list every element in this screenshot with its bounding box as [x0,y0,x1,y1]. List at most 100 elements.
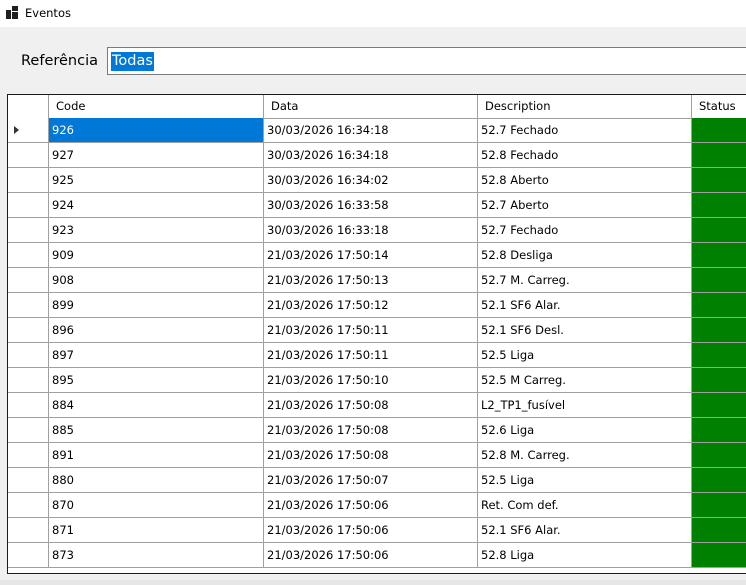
cell-code[interactable]: 885 [48,418,263,443]
cell-status[interactable] [691,118,746,143]
cell-status[interactable] [691,218,746,243]
table-row[interactable]: 884 21/03/2026 17:50:08 L2_TP1_fusível [8,393,746,418]
cell-data[interactable]: 21/03/2026 17:50:12 [263,293,477,318]
cell-code[interactable]: 884 [48,393,263,418]
cell-data[interactable]: 21/03/2026 17:50:08 [263,418,477,443]
cell-code[interactable]: 873 [48,543,263,568]
cell-description[interactable]: 52.1 SF6 Alar. [477,293,691,318]
cell-data[interactable]: 21/03/2026 17:50:11 [263,343,477,368]
cell-data[interactable]: 21/03/2026 17:50:11 [263,318,477,343]
referencia-combobox[interactable]: Todas [107,47,746,75]
cell-data[interactable]: 21/03/2026 17:50:06 [263,493,477,518]
table-row[interactable]: 924 30/03/2026 16:33:58 52.7 Aberto [8,193,746,218]
cell-status[interactable] [691,318,746,343]
table-row[interactable]: 873 21/03/2026 17:50:06 52.8 Liga [8,543,746,568]
row-header[interactable] [8,168,48,193]
cell-data[interactable]: 21/03/2026 17:50:08 [263,443,477,468]
row-header[interactable] [8,343,48,368]
cell-description[interactable]: 52.8 Fechado [477,143,691,168]
row-header[interactable] [8,143,48,168]
cell-code[interactable]: 880 [48,468,263,493]
cell-status[interactable] [691,368,746,393]
cell-description[interactable]: 52.5 Liga [477,343,691,368]
row-header[interactable] [8,368,48,393]
table-row[interactable]: 871 21/03/2026 17:50:06 52.1 SF6 Alar. [8,518,746,543]
table-row[interactable]: 909 21/03/2026 17:50:14 52.8 Desliga [8,243,746,268]
cell-description[interactable]: 52.1 SF6 Desl. [477,318,691,343]
table-row[interactable]: 896 21/03/2026 17:50:11 52.1 SF6 Desl. [8,318,746,343]
table-row[interactable]: 895 21/03/2026 17:50:10 52.5 M Carreg. [8,368,746,393]
cell-description[interactable]: 52.1 SF6 Alar. [477,518,691,543]
cell-status[interactable] [691,193,746,218]
table-row[interactable]: 927 30/03/2026 16:34:18 52.8 Fechado [8,143,746,168]
table-row[interactable]: 897 21/03/2026 17:50:11 52.5 Liga [8,343,746,368]
cell-data[interactable]: 30/03/2026 16:34:18 [263,143,477,168]
table-row[interactable]: 908 21/03/2026 17:50:13 52.7 M. Carreg. [8,268,746,293]
cell-description[interactable]: 52.8 M. Carreg. [477,443,691,468]
row-header[interactable] [8,293,48,318]
cell-description[interactable]: L2_TP1_fusível [477,393,691,418]
horizontal-scrollbar[interactable] [0,580,746,585]
cell-code[interactable]: 899 [48,293,263,318]
cell-data[interactable]: 21/03/2026 17:50:06 [263,518,477,543]
cell-status[interactable] [691,293,746,318]
cell-code[interactable]: 925 [48,168,263,193]
row-header[interactable] [8,318,48,343]
cell-code[interactable]: 924 [48,193,263,218]
cell-status[interactable] [691,268,746,293]
table-row[interactable]: 899 21/03/2026 17:50:12 52.1 SF6 Alar. [8,293,746,318]
table-row[interactable]: 925 30/03/2026 16:34:02 52.8 Aberto [8,168,746,193]
cell-status[interactable] [691,393,746,418]
table-row[interactable]: 880 21/03/2026 17:50:07 52.5 Liga [8,468,746,493]
row-header[interactable] [8,418,48,443]
column-header-status[interactable]: Status [691,95,746,118]
column-header-data[interactable]: Data [263,95,477,118]
cell-code[interactable]: 871 [48,518,263,543]
row-header[interactable] [8,468,48,493]
cell-description[interactable]: 52.8 Aberto [477,168,691,193]
cell-description[interactable]: 52.5 M Carreg. [477,368,691,393]
cell-description[interactable]: 52.6 Liga [477,418,691,443]
cell-code[interactable]: 927 [48,143,263,168]
cell-code[interactable]: 891 [48,443,263,468]
row-header[interactable] [8,518,48,543]
cell-data[interactable]: 30/03/2026 16:34:02 [263,168,477,193]
cell-status[interactable] [691,168,746,193]
row-header[interactable] [8,193,48,218]
cell-data[interactable]: 21/03/2026 17:50:14 [263,243,477,268]
table-row[interactable]: 923 30/03/2026 16:33:18 52.7 Fechado [8,218,746,243]
cell-code[interactable]: 895 [48,368,263,393]
cell-description[interactable]: 52.7 M. Carreg. [477,268,691,293]
cell-code[interactable]: 908 [48,268,263,293]
cell-code[interactable]: 909 [48,243,263,268]
row-header[interactable] [8,393,48,418]
row-header[interactable] [8,218,48,243]
cell-status[interactable] [691,493,746,518]
cell-description[interactable]: 52.7 Aberto [477,193,691,218]
cell-data[interactable]: 21/03/2026 17:50:07 [263,468,477,493]
cell-description[interactable]: 52.5 Liga [477,468,691,493]
cell-data[interactable]: 21/03/2026 17:50:08 [263,393,477,418]
table-row[interactable]: 870 21/03/2026 17:50:06 Ret. Com def. [8,493,746,518]
cell-description[interactable]: 52.8 Liga [477,543,691,568]
cell-status[interactable] [691,143,746,168]
table-row[interactable]: 926 30/03/2026 16:34:18 52.7 Fechado [8,118,746,143]
cell-data[interactable]: 30/03/2026 16:33:18 [263,218,477,243]
row-header[interactable] [8,243,48,268]
cell-status[interactable] [691,243,746,268]
cell-description[interactable]: 52.8 Desliga [477,243,691,268]
table-row[interactable]: 885 21/03/2026 17:50:08 52.6 Liga [8,418,746,443]
cell-status[interactable] [691,543,746,568]
cell-code[interactable]: 870 [48,493,263,518]
cell-status[interactable] [691,518,746,543]
table-row[interactable]: 891 21/03/2026 17:50:08 52.8 M. Carreg. [8,443,746,468]
row-header[interactable] [8,493,48,518]
cell-code[interactable]: 923 [48,218,263,243]
cell-data[interactable]: 30/03/2026 16:33:58 [263,193,477,218]
cell-status[interactable] [691,418,746,443]
cell-data[interactable]: 30/03/2026 16:34:18 [263,118,477,143]
cell-status[interactable] [691,343,746,368]
cell-code[interactable]: 897 [48,343,263,368]
referencia-value[interactable]: Todas [111,52,154,71]
cell-code[interactable]: 896 [48,318,263,343]
